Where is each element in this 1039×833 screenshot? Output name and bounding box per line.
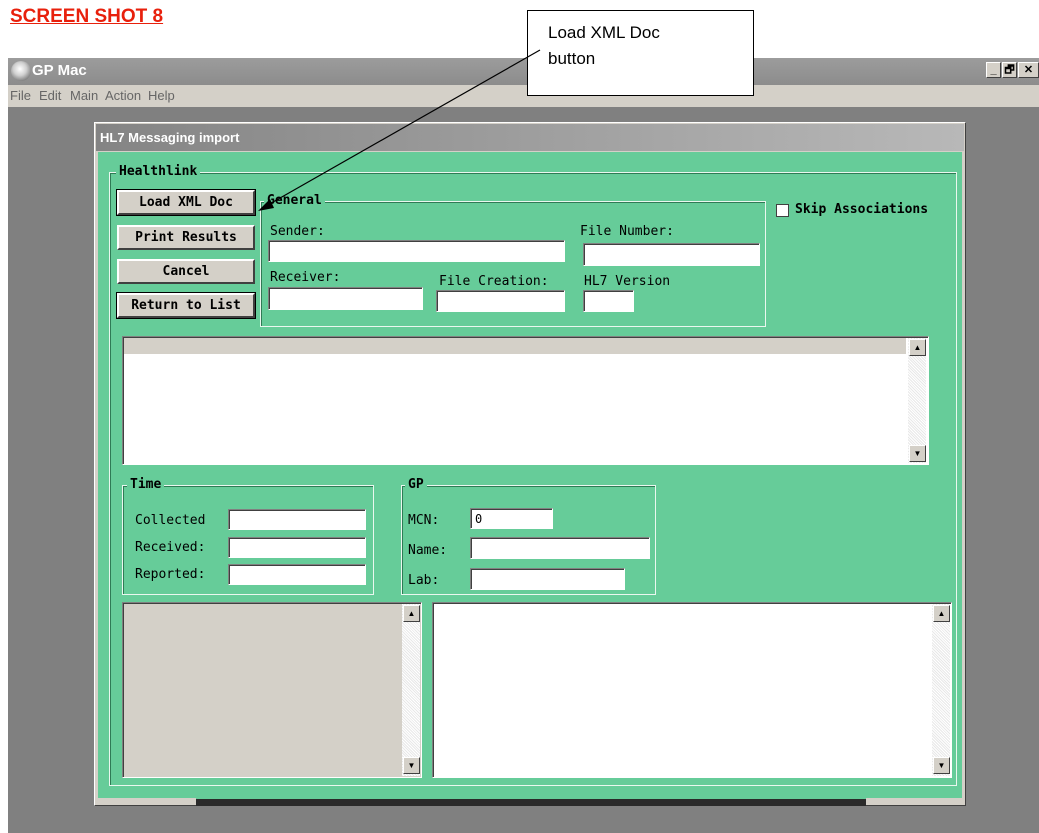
mcn-field[interactable] — [470, 508, 553, 529]
scroll-down-arrow-icon[interactable]: ▼ — [403, 757, 420, 774]
collected-label: Collected — [135, 513, 206, 528]
hl7-version-label: HL7 Version — [584, 274, 671, 289]
gp-label: GP — [405, 477, 427, 492]
lab-label: Lab: — [408, 573, 440, 588]
lab-field[interactable] — [470, 568, 625, 590]
app-globe-icon — [11, 61, 31, 81]
cancel-button[interactable]: Cancel — [117, 259, 255, 284]
receiver-label: Receiver: — [270, 270, 341, 285]
detail-scrollbar[interactable] — [932, 604, 950, 776]
annotation-callout-text: Load XML Doc button — [548, 23, 660, 68]
menu-file[interactable]: File — [10, 88, 31, 103]
received-label: Received: — [135, 540, 206, 555]
skip-associations-label: Skip Associations — [795, 202, 929, 217]
return-to-list-button[interactable]: Return to List — [116, 292, 256, 319]
result-list-left[interactable] — [122, 602, 422, 778]
healthlink-label: Healthlink — [116, 164, 201, 179]
scroll-up-arrow-icon[interactable]: ▲ — [909, 339, 926, 356]
menu-help[interactable]: Help — [148, 88, 175, 103]
sender-label: Sender: — [270, 224, 325, 239]
file-number-label: File Number: — [580, 224, 674, 239]
load-xml-doc-button[interactable]: Load XML Doc — [116, 189, 256, 216]
dialog-title: HL7 Messaging import — [100, 130, 240, 145]
general-label: General — [264, 193, 325, 208]
reported-field[interactable] — [228, 564, 366, 585]
collected-field[interactable] — [228, 509, 366, 530]
dialog-bottom-edge — [196, 798, 866, 806]
file-creation-field[interactable] — [436, 290, 565, 312]
menu-action[interactable]: Action — [105, 88, 141, 103]
reported-label: Reported: — [135, 567, 206, 582]
skip-associations-checkbox[interactable] — [776, 204, 789, 217]
scroll-up-arrow-icon[interactable]: ▲ — [403, 605, 420, 622]
app-title-bar — [8, 58, 1039, 85]
close-button[interactable]: ✕ — [1018, 62, 1039, 78]
gp-name-field[interactable] — [470, 537, 650, 559]
app-title: GP Mac — [32, 62, 87, 79]
minimize-button[interactable]: _ — [986, 62, 1001, 78]
file-creation-label: File Creation: — [439, 274, 549, 289]
left-list-scrollbar[interactable] — [402, 604, 420, 776]
print-results-button[interactable]: Print Results — [117, 225, 255, 250]
file-number-field[interactable] — [583, 243, 760, 266]
scroll-down-arrow-icon[interactable]: ▼ — [909, 445, 926, 462]
results-listbox[interactable] — [122, 336, 929, 465]
receiver-field[interactable] — [268, 287, 423, 310]
document-heading: SCREEN SHOT 8 — [10, 6, 164, 27]
menu-edit[interactable]: Edit — [39, 88, 61, 103]
menu-main[interactable]: Main — [70, 88, 98, 103]
result-detail-box[interactable] — [432, 602, 952, 778]
scroll-down-arrow-icon[interactable]: ▼ — [933, 757, 950, 774]
results-header-bar — [124, 338, 906, 354]
restore-button[interactable]: 🗗 — [1002, 62, 1017, 78]
sender-field[interactable] — [268, 240, 565, 262]
gp-name-label: Name: — [408, 543, 448, 558]
received-field[interactable] — [228, 537, 366, 558]
mcn-label: MCN: — [408, 513, 440, 528]
hl7-version-field[interactable] — [583, 290, 634, 312]
scroll-up-arrow-icon[interactable]: ▲ — [933, 605, 950, 622]
time-label: Time — [127, 477, 165, 492]
